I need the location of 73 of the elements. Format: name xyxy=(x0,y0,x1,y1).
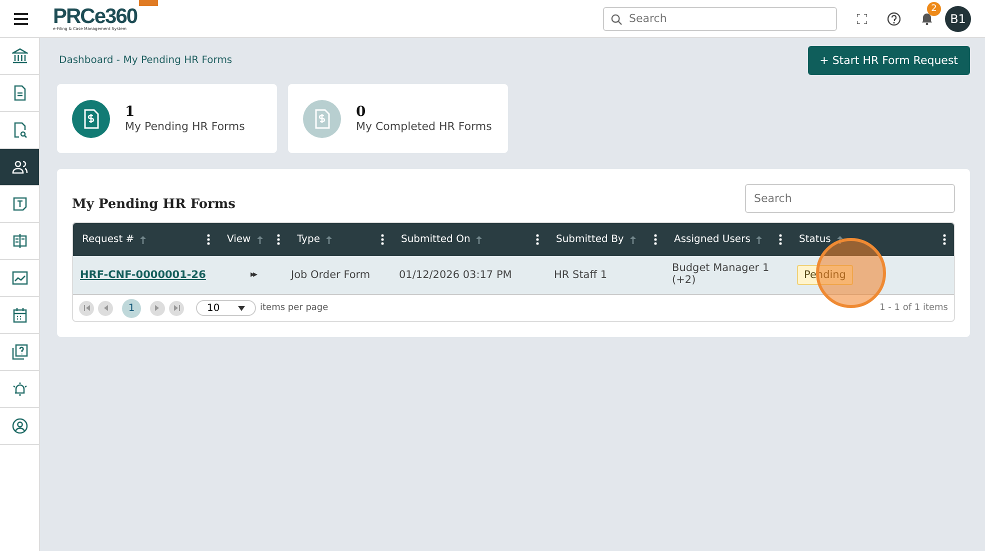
fullscreen-icon[interactable] xyxy=(857,14,867,24)
column-header[interactable]: View xyxy=(227,234,251,245)
pager-info: 1 - 1 of 1 items xyxy=(880,303,948,313)
logo: PRCe360 xyxy=(53,6,138,27)
stat-card[interactable]: 1 My Pending HR Forms xyxy=(57,84,277,153)
stat-label: My Completed HR Forms xyxy=(356,120,492,133)
stat-card[interactable]: 0 My Completed HR Forms xyxy=(288,84,508,153)
document-icon xyxy=(12,85,28,101)
book-icon xyxy=(12,233,28,249)
page-size-label: items per page xyxy=(260,303,328,313)
sort-icon[interactable] xyxy=(326,236,332,244)
sidebar-item[interactable] xyxy=(0,149,39,186)
column-header[interactable]: Status xyxy=(799,234,831,245)
search-field[interactable]: Search xyxy=(745,184,955,213)
stat-label: My Pending HR Forms xyxy=(125,120,245,133)
avatar[interactable]: B1 xyxy=(945,6,971,32)
table-cell: HR Staff 1 xyxy=(554,269,607,281)
bell-icon xyxy=(12,381,28,397)
first-page-icon xyxy=(84,305,90,311)
page-button[interactable]: 1 xyxy=(122,298,141,318)
next-icon xyxy=(155,305,160,311)
sort-icon[interactable] xyxy=(256,236,263,244)
sort-icon[interactable] xyxy=(476,236,482,244)
sort-icon[interactable] xyxy=(756,236,762,244)
request-link[interactable]: HRF-CNF-0000001-26 xyxy=(80,269,206,281)
view-button[interactable]: ▸▸ xyxy=(250,270,256,280)
first-page-button[interactable] xyxy=(79,300,94,316)
start-request-button[interactable]: + Start HR Form Request xyxy=(808,46,970,75)
table-cell: Job Order Form xyxy=(291,269,370,281)
previous-page-button[interactable] xyxy=(98,300,113,316)
last-page-icon xyxy=(174,305,180,311)
user-icon xyxy=(12,418,28,434)
sort-icon[interactable] xyxy=(630,236,636,244)
bell-icon[interactable] xyxy=(921,12,933,25)
bank-icon xyxy=(12,48,28,64)
column-menu-icon[interactable] xyxy=(943,234,946,245)
notification-badge: 2 xyxy=(927,2,941,16)
column-menu-icon[interactable] xyxy=(381,234,384,245)
table-cell-text: Budget Manager 1 (+2) xyxy=(672,263,770,287)
sort-icon[interactable] xyxy=(140,236,146,244)
column-header[interactable]: Submitted On xyxy=(401,234,470,245)
column-menu-icon[interactable] xyxy=(779,234,782,245)
stat-count: 0 xyxy=(356,104,367,120)
sort-icon[interactable] xyxy=(836,236,843,244)
menu-icon[interactable] xyxy=(14,12,28,24)
caret-icon xyxy=(238,306,245,310)
column-header[interactable]: Assigned Users xyxy=(674,234,750,245)
last-page-button[interactable] xyxy=(169,300,184,316)
column-menu-icon[interactable] xyxy=(536,234,539,245)
breadcrumb: Dashboard - My Pending HR Forms xyxy=(59,55,232,66)
calendar-icon xyxy=(12,307,28,323)
column-header[interactable]: Request # xyxy=(82,234,134,245)
next-page-button[interactable] xyxy=(150,300,165,316)
column-menu-icon[interactable] xyxy=(277,234,280,245)
column-header[interactable]: Type xyxy=(297,234,320,245)
search-field[interactable]: Search xyxy=(603,6,837,30)
page-size-dropdown[interactable]: 10 xyxy=(196,300,256,316)
users-icon xyxy=(12,159,28,175)
text-icon xyxy=(12,196,28,212)
chart-icon xyxy=(12,270,28,286)
column-menu-icon[interactable] xyxy=(654,234,657,245)
table-cell: 01/12/2026 03:17 PM xyxy=(399,269,512,281)
help-icon[interactable] xyxy=(887,12,901,26)
page-size-value: 10 xyxy=(207,302,220,314)
question-icon xyxy=(12,344,28,360)
previous-icon xyxy=(103,305,108,311)
column-menu-icon[interactable] xyxy=(207,234,210,245)
environment-tag xyxy=(139,0,158,6)
search-icon xyxy=(611,14,622,24)
stat-count: 1 xyxy=(125,104,136,120)
panel-title: My Pending HR Forms xyxy=(72,197,236,212)
column-header[interactable]: Submitted By xyxy=(556,234,624,245)
doc-search-icon xyxy=(12,122,28,138)
